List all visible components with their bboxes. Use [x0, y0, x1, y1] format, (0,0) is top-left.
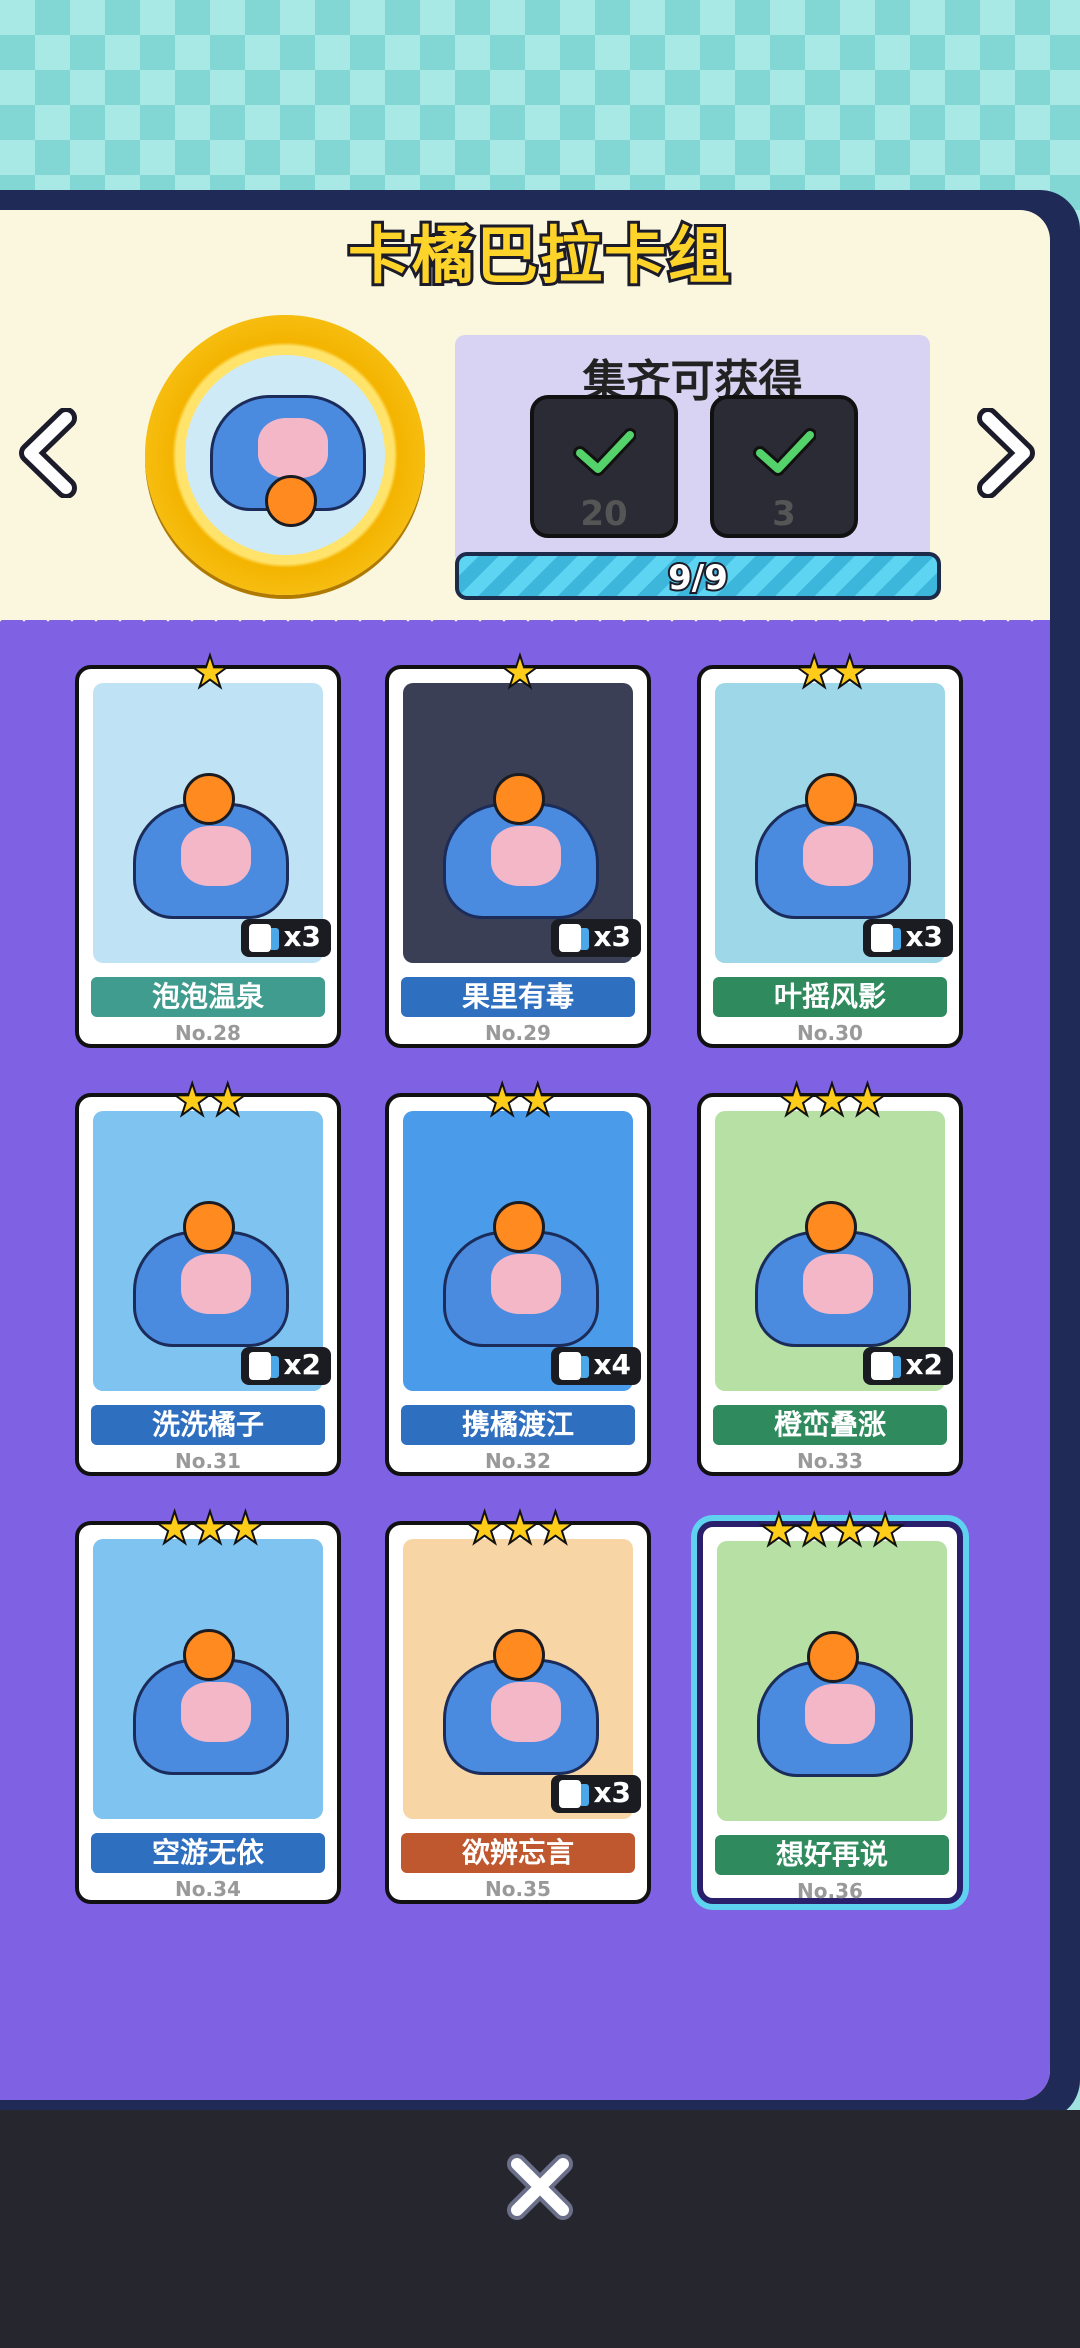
- card-count: x3: [283, 920, 321, 953]
- card-count-badge: x3: [551, 1775, 641, 1813]
- collection-progress-bar: 9/9: [455, 552, 941, 600]
- card-number: No.35: [485, 1877, 551, 1901]
- card-name: 叶摇风影: [713, 977, 947, 1017]
- card-count-badge: x4: [551, 1347, 641, 1385]
- card-name: 泡泡温泉: [91, 977, 325, 1017]
- card-number: No.31: [175, 1449, 241, 1473]
- close-button[interactable]: [505, 2152, 575, 2222]
- collection-card[interactable]: ★★★★ 想好再说 No.36: [697, 1504, 963, 1904]
- reward-title: 集齐可获得: [582, 356, 803, 407]
- card-icon: [871, 1352, 901, 1380]
- orange-icon: [493, 1629, 545, 1681]
- card-number: No.33: [797, 1449, 863, 1473]
- orange-icon: [805, 773, 857, 825]
- reward-box: 集齐可获得 20 3: [455, 335, 930, 565]
- card-count: x3: [593, 1776, 631, 1809]
- collection-card[interactable]: ★★ 叶摇风影 No.30 x3: [697, 646, 963, 1048]
- zigzag-divider: [0, 605, 1050, 629]
- orange-icon: [807, 1631, 859, 1683]
- card-art: [717, 1541, 947, 1821]
- check-icon: [573, 428, 636, 476]
- collection-card[interactable]: ★★★ 空游无依 No.34: [75, 1502, 341, 1904]
- medal-portrait: [185, 355, 385, 555]
- progress-text: 9/9: [666, 556, 730, 600]
- card-name: 携橘渡江: [401, 1405, 635, 1445]
- collection-card[interactable]: ★ 泡泡温泉 No.28 x3: [75, 646, 341, 1048]
- card-number: No.32: [485, 1449, 551, 1473]
- card-count: x2: [905, 1348, 943, 1381]
- next-set-button[interactable]: [968, 407, 1040, 499]
- reward-item-card-pack[interactable]: 3: [710, 395, 858, 538]
- reward-amount: 3: [772, 494, 796, 534]
- card-stars: ★★★: [776, 1074, 888, 1127]
- card-name: 果里有毒: [401, 977, 635, 1017]
- card-icon: [871, 924, 901, 952]
- card-count-badge: x3: [241, 919, 331, 957]
- card-count-badge: x3: [863, 919, 953, 957]
- card-stars: ★★: [482, 1074, 559, 1127]
- check-icon: [753, 428, 816, 476]
- card-icon: [249, 1352, 279, 1380]
- card-name: 橙峦叠涨: [713, 1405, 947, 1445]
- prev-set-button[interactable]: [14, 407, 86, 499]
- card-number: No.29: [485, 1021, 551, 1045]
- collection-card[interactable]: ★★ 携橘渡江 No.32 x4: [385, 1074, 651, 1476]
- card-art: [93, 1539, 323, 1819]
- card-name: 想好再说: [715, 1835, 949, 1875]
- card-name: 空游无依: [91, 1833, 325, 1873]
- card-stars: ★★: [172, 1074, 249, 1127]
- card-name: 欲辨忘言: [401, 1833, 635, 1873]
- collection-card[interactable]: ★★★ 橙峦叠涨 No.33 x2: [697, 1074, 963, 1476]
- card-number: No.30: [797, 1021, 863, 1045]
- orange-icon: [493, 1201, 545, 1253]
- chevron-right-icon: [977, 407, 1035, 499]
- card-name: 洗洗橘子: [91, 1405, 325, 1445]
- reward-amount: 20: [580, 494, 628, 534]
- orange-icon: [493, 773, 545, 825]
- card-count-badge: x2: [241, 1347, 331, 1385]
- card-icon: [559, 1352, 589, 1380]
- collection-card[interactable]: ★ 果里有毒 No.29 x3: [385, 646, 651, 1048]
- collection-card[interactable]: ★★★ 欲辨忘言 No.35 x3: [385, 1502, 651, 1904]
- orange-icon: [183, 1629, 235, 1681]
- card-stars: ★★★: [464, 1502, 576, 1555]
- card-icon: [559, 1780, 589, 1808]
- card-number: No.34: [175, 1877, 241, 1901]
- card-stars: ★★★★: [758, 1504, 906, 1557]
- card-count-badge: x2: [863, 1347, 953, 1385]
- card-stars: ★★★: [154, 1502, 266, 1555]
- reward-item-pot[interactable]: 20: [530, 395, 678, 538]
- chevron-left-icon: [19, 407, 77, 499]
- orange-icon: [805, 1201, 857, 1253]
- orange-icon: [183, 773, 235, 825]
- card-count-badge: x3: [551, 919, 641, 957]
- set-medal: [145, 315, 425, 595]
- card-count: x3: [593, 920, 631, 953]
- card-stars: ★: [499, 646, 540, 699]
- card-number: No.28: [175, 1021, 241, 1045]
- card-icon: [249, 924, 279, 952]
- card-stars: ★: [189, 646, 230, 699]
- card-count: x3: [905, 920, 943, 953]
- card-count: x4: [593, 1348, 631, 1381]
- collection-card[interactable]: ★★ 洗洗橘子 No.31 x2: [75, 1074, 341, 1476]
- card-stars: ★★: [794, 646, 871, 699]
- orange-icon: [183, 1201, 235, 1253]
- card-count: x2: [283, 1348, 321, 1381]
- card-icon: [559, 924, 589, 952]
- bottom-bar: [0, 2110, 1080, 2348]
- page-title: 卡橘巴拉卡组: [345, 216, 733, 295]
- orange-icon: [265, 475, 317, 527]
- card-number: No.36: [797, 1879, 863, 1903]
